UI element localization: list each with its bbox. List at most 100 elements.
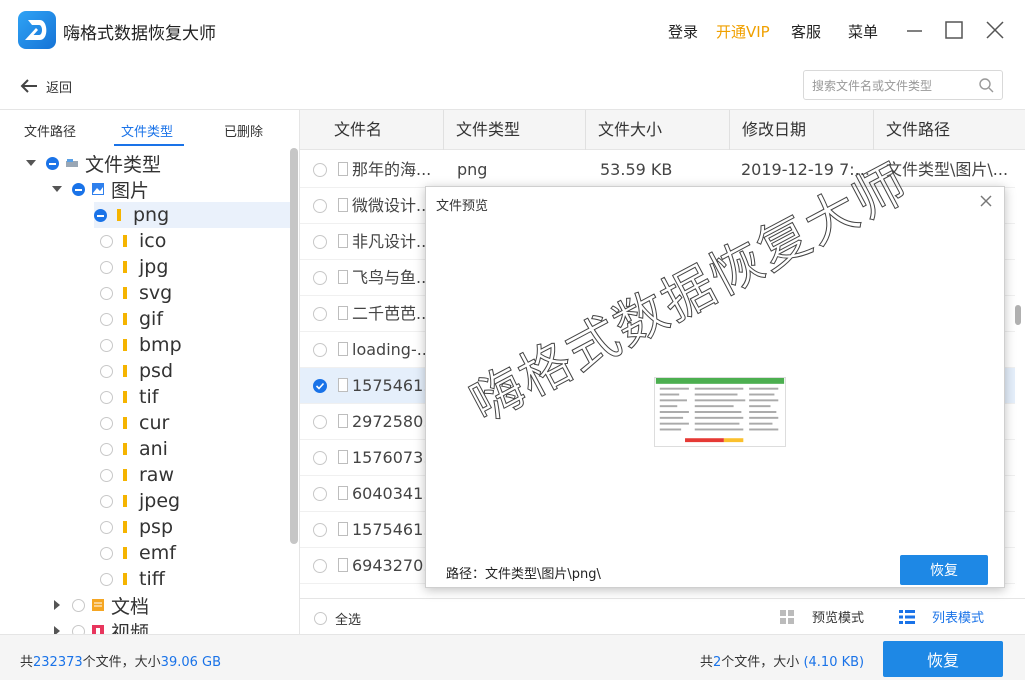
column-header-path[interactable]: 文件路径 xyxy=(874,110,1025,150)
close-icon[interactable] xyxy=(978,193,994,209)
status-text: 个文件，大小 xyxy=(82,655,161,670)
tree-node-format[interactable]: ani xyxy=(100,436,168,462)
tree-node-format[interactable]: emf xyxy=(100,540,176,566)
tab-file-type[interactable]: 文件类型 xyxy=(121,121,173,140)
tree-node-format[interactable]: ico xyxy=(100,228,166,254)
tab-file-path[interactable]: 文件路径 xyxy=(24,121,76,140)
select-all[interactable]: 全选 xyxy=(314,609,361,628)
tree-node-format[interactable]: psp xyxy=(100,514,173,540)
tree-checkbox[interactable] xyxy=(100,338,113,352)
tree-checkbox[interactable] xyxy=(94,208,107,222)
service-link[interactable]: 客服 xyxy=(791,21,821,42)
tree-checkbox[interactable] xyxy=(46,156,59,170)
tree-node-format[interactable]: tif xyxy=(100,384,158,410)
left-panel: 文件路径 文件类型 已删除 文件类型 图片 png ico jpg svg gi… xyxy=(0,110,300,634)
preview-mode-button[interactable]: 预览模式 xyxy=(779,607,864,626)
list-scrollbar[interactable] xyxy=(1015,305,1021,325)
search-input[interactable] xyxy=(812,77,972,95)
column-header-name[interactable]: 文件名 xyxy=(322,110,444,150)
tree-scrollbar[interactable] xyxy=(290,148,298,544)
file-icon xyxy=(338,198,348,212)
column-header-size[interactable]: 文件大小 xyxy=(586,110,730,150)
tree-node-format[interactable]: gif xyxy=(100,306,163,332)
tree-node-format[interactable]: jpg xyxy=(100,254,168,280)
row-checkbox[interactable] xyxy=(313,415,327,429)
tree-checkbox[interactable] xyxy=(100,442,113,456)
tree-node-format[interactable]: psd xyxy=(100,358,173,384)
row-checkbox[interactable] xyxy=(313,163,327,177)
tree-node-documents[interactable]: 文档 xyxy=(52,592,149,618)
row-checkbox[interactable] xyxy=(313,451,327,465)
column-header-date[interactable]: 修改日期 xyxy=(730,110,874,150)
preview-recover-button[interactable]: 恢复 xyxy=(900,555,988,585)
tree-node-format[interactable]: raw xyxy=(100,462,174,488)
folder-icon xyxy=(123,547,127,559)
row-checkbox[interactable] xyxy=(313,235,327,249)
file-icon xyxy=(338,378,348,392)
tree-node-format[interactable]: png xyxy=(94,202,290,228)
tree-node-label: ani xyxy=(139,438,168,460)
folder-icon xyxy=(123,391,127,403)
tree-checkbox[interactable] xyxy=(100,390,113,404)
row-checkbox[interactable] xyxy=(313,199,327,213)
row-checkbox[interactable] xyxy=(313,487,327,501)
tree-checkbox[interactable] xyxy=(100,364,113,378)
tree-node-label: emf xyxy=(139,542,176,564)
recover-button[interactable]: 恢复 xyxy=(883,641,1003,677)
tree-checkbox[interactable] xyxy=(72,598,85,612)
list-footer: 全选 预览模式 列表模式 xyxy=(300,598,1025,634)
back-button[interactable]: 返回 xyxy=(20,75,72,97)
tree-node-videos[interactable]: 视频 xyxy=(52,618,149,634)
minimize-button[interactable] xyxy=(902,18,928,44)
tree-node-images[interactable]: 图片 xyxy=(52,176,149,202)
tree-checkbox[interactable] xyxy=(100,546,113,560)
close-button[interactable] xyxy=(983,18,1009,44)
file-icon xyxy=(338,270,348,284)
select-all-checkbox[interactable] xyxy=(314,612,327,625)
tree-node-label: bmp xyxy=(139,334,182,356)
tree-checkbox[interactable] xyxy=(100,234,113,248)
video-icon xyxy=(92,625,104,634)
maximize-button[interactable] xyxy=(942,18,968,44)
table-row[interactable]: 那年的海... png 53.59 KB 2019-12-19 7:... 文件… xyxy=(300,152,1015,188)
search-icon[interactable] xyxy=(978,77,994,93)
folder-icon xyxy=(123,443,127,455)
arrow-left-icon xyxy=(20,79,37,93)
tree-checkbox[interactable] xyxy=(100,520,113,534)
vip-link[interactable]: 开通VIP xyxy=(716,21,770,42)
tree-checkbox[interactable] xyxy=(100,260,113,274)
status-text: 个文件，大小 xyxy=(721,655,800,670)
tree-checkbox[interactable] xyxy=(100,312,113,326)
row-checkbox[interactable] xyxy=(313,271,327,285)
cell-size: 53.59 KB xyxy=(600,160,673,179)
row-checkbox[interactable] xyxy=(313,523,327,537)
tree-checkbox[interactable] xyxy=(100,416,113,430)
tree-node-format[interactable]: svg xyxy=(100,280,172,306)
folder-icon xyxy=(123,235,127,247)
row-checkbox[interactable] xyxy=(313,307,327,321)
tab-deleted[interactable]: 已删除 xyxy=(224,121,263,140)
tree-checkbox[interactable] xyxy=(100,286,113,300)
tree-node-format[interactable]: cur xyxy=(100,410,169,436)
preview-path: 路径：文件类型\图片\png\ xyxy=(446,567,601,582)
tree-node-format[interactable]: jpeg xyxy=(100,488,180,514)
row-checkbox-checked[interactable] xyxy=(313,379,327,393)
file-icon xyxy=(338,486,348,500)
list-mode-button[interactable]: 列表模式 xyxy=(898,607,984,626)
menu-link[interactable]: 菜单 xyxy=(848,21,878,42)
tree-checkbox[interactable] xyxy=(72,624,85,634)
tree-checkbox[interactable] xyxy=(100,494,113,508)
column-header-type[interactable]: 文件类型 xyxy=(444,110,586,150)
row-checkbox[interactable] xyxy=(313,559,327,573)
tree-checkbox[interactable] xyxy=(100,572,113,586)
selected-files-status: 共2个文件，大小 (4.10 KB) xyxy=(700,651,864,670)
tree-checkbox[interactable] xyxy=(72,182,85,196)
tree-node-format[interactable]: tiff xyxy=(100,566,165,592)
tree-node-file-type[interactable]: 文件类型 xyxy=(26,150,161,176)
tree-node-label: svg xyxy=(139,282,173,304)
tree-checkbox[interactable] xyxy=(100,468,113,482)
row-checkbox[interactable] xyxy=(313,343,327,357)
login-link[interactable]: 登录 xyxy=(668,21,698,42)
tree-node-format[interactable]: bmp xyxy=(100,332,182,358)
app-window: 嗨格式数据恢复大师 登录 开通VIP 客服 菜单 返回 搜索文件名或文件类型 文… xyxy=(0,0,1025,680)
